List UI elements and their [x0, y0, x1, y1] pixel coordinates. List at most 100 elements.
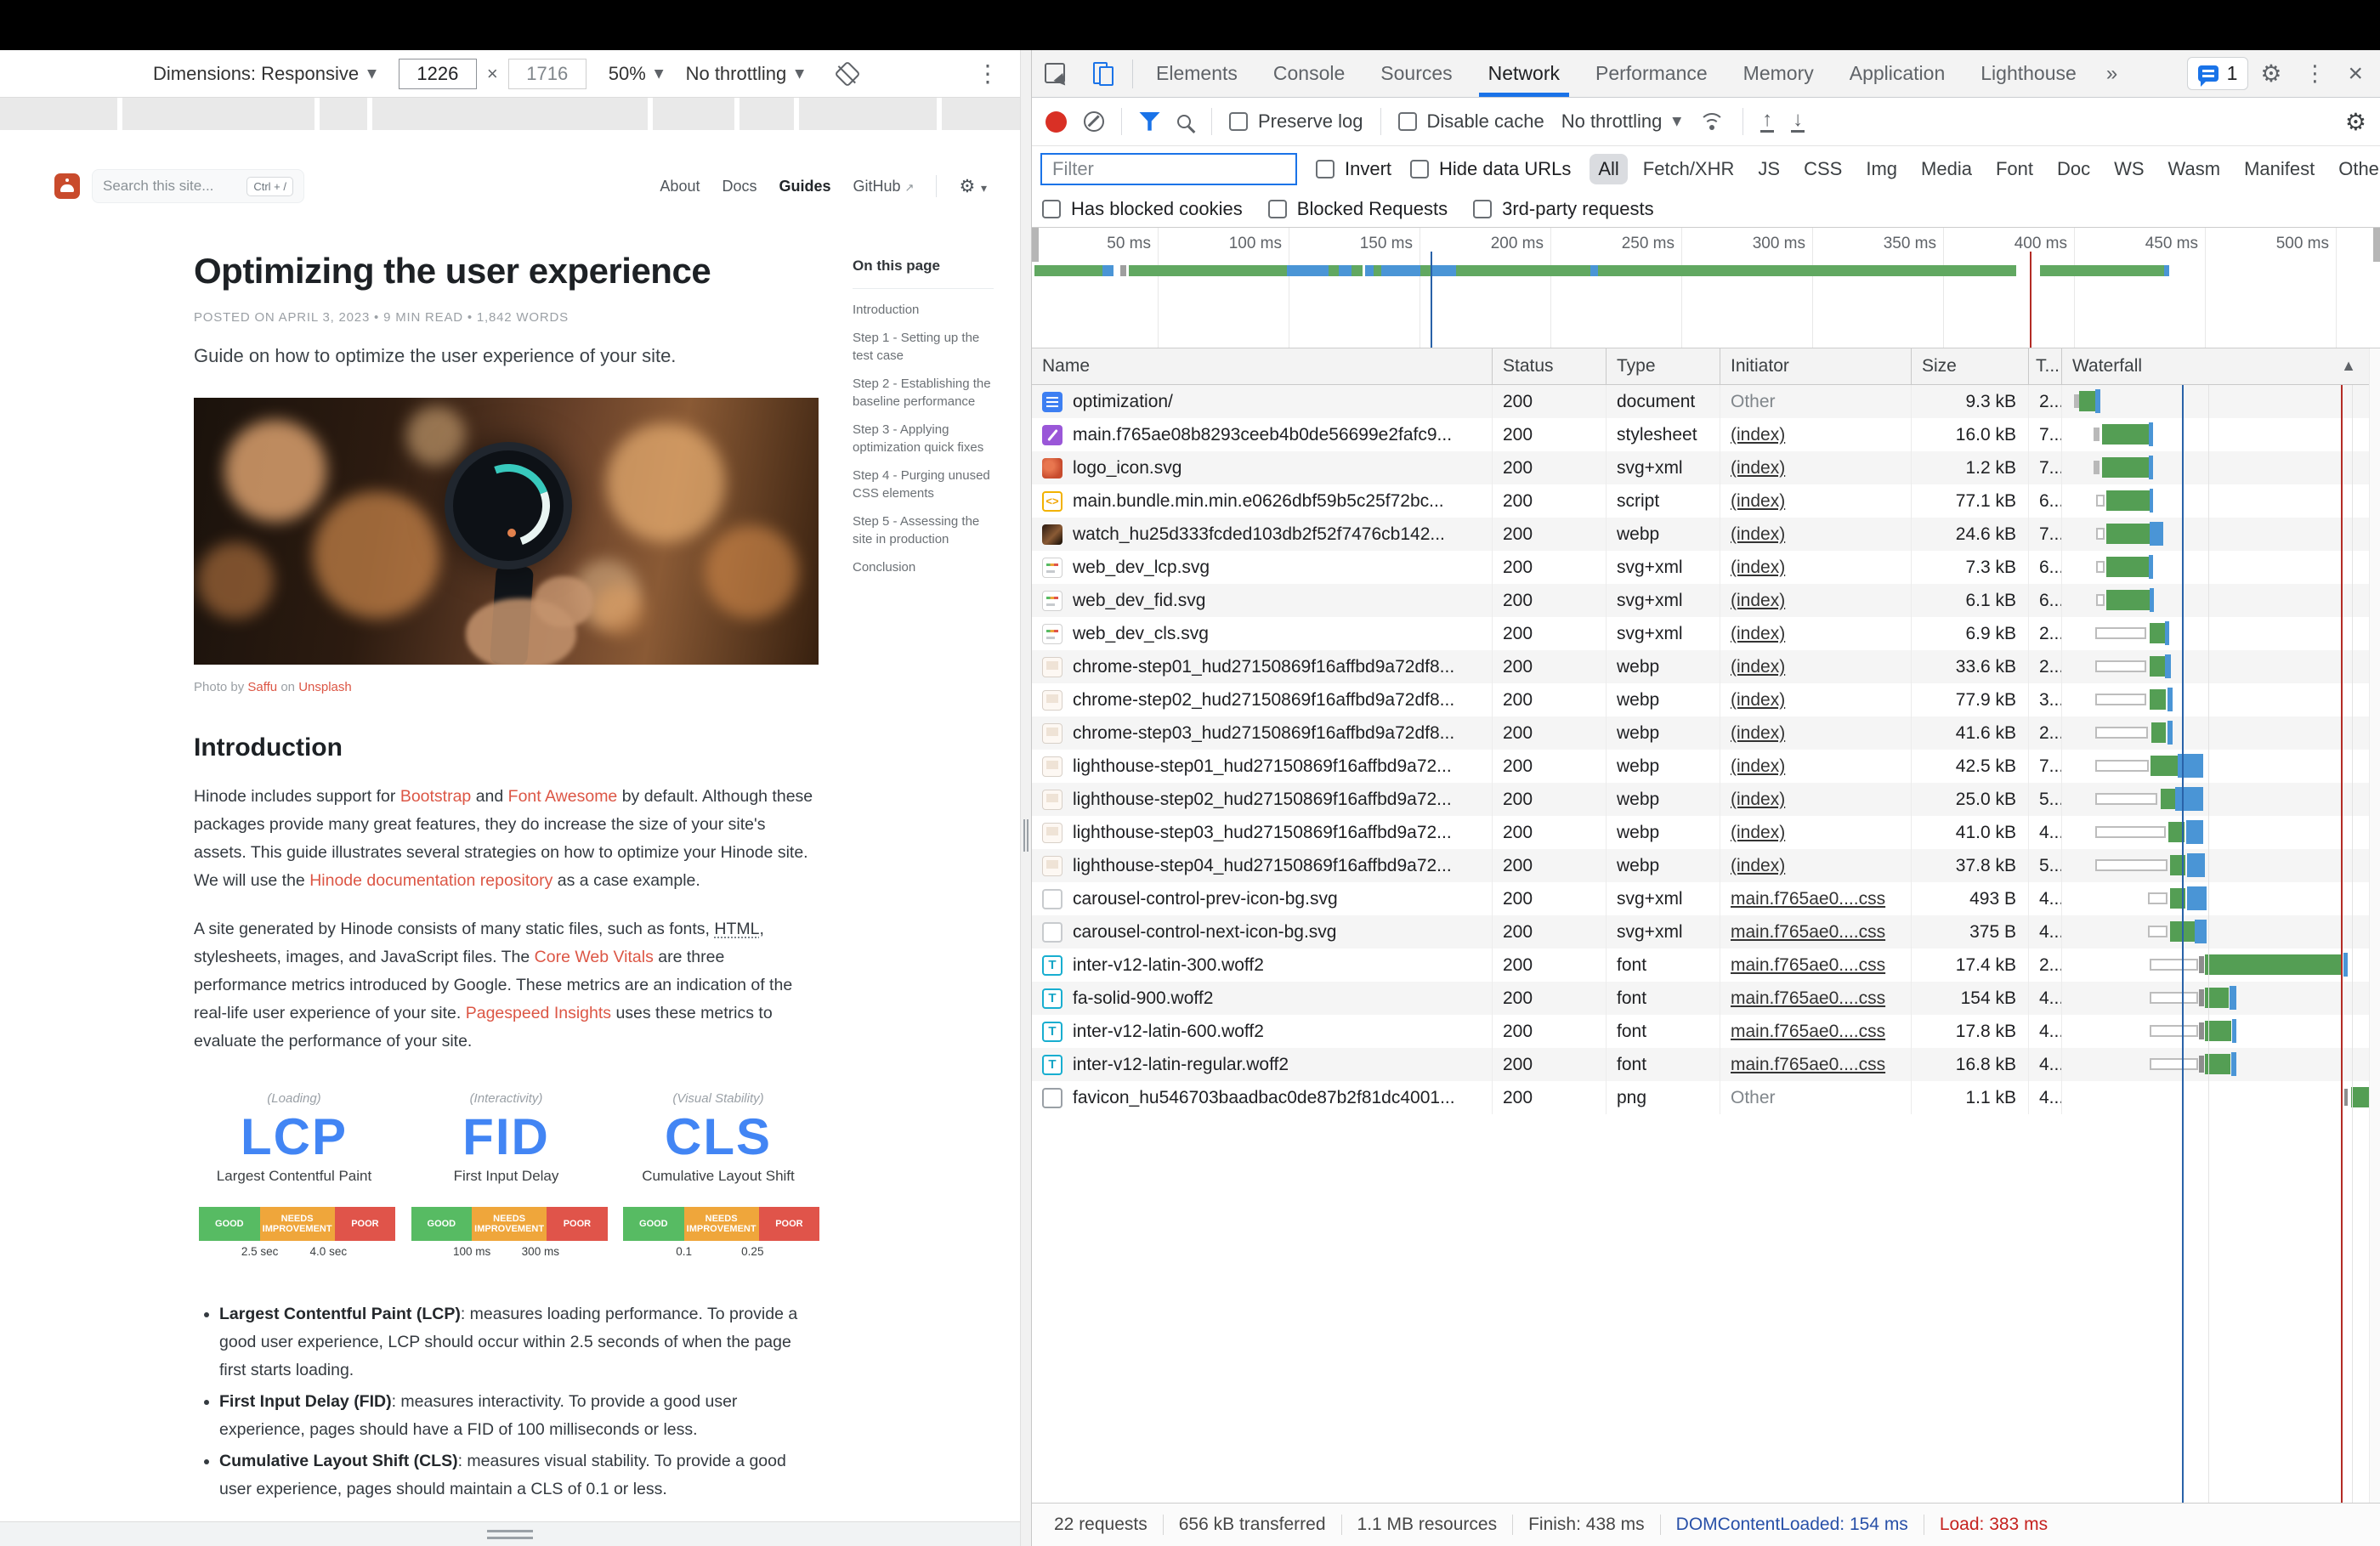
- request-initiator[interactable]: (index): [1731, 856, 1785, 876]
- request-initiator[interactable]: main.f765ae0....css: [1731, 1055, 1885, 1075]
- request-initiator[interactable]: (index): [1731, 823, 1785, 843]
- request-row[interactable]: carousel-control-next-icon-bg.svg 200 svg+…: [1032, 915, 2380, 949]
- request-initiator[interactable]: main.f765ae0....css: [1731, 955, 1885, 976]
- column-header-initiator[interactable]: Initiator: [1720, 348, 1911, 384]
- request-initiator[interactable]: main.f765ae0....css: [1731, 988, 1885, 1009]
- network-conditions-icon[interactable]: [1698, 111, 1726, 132]
- request-initiator[interactable]: (index): [1731, 591, 1785, 611]
- device-toolbar-menu-icon[interactable]: ⋮: [976, 59, 1000, 88]
- inline-link[interactable]: Hinode documentation repository: [309, 871, 552, 890]
- filter-icon[interactable]: [1139, 111, 1160, 131]
- preserve-log-checkbox[interactable]: Preserve log: [1229, 110, 1363, 133]
- request-initiator[interactable]: main.f765ae0....css: [1731, 922, 1885, 943]
- request-row[interactable]: chrome-step01_hud27150869f16affbd9a72df8…: [1032, 650, 2380, 683]
- request-row[interactable]: web_dev_fid.svg 200 svg+xml (index) 6.1 kB 6.…: [1032, 584, 2380, 617]
- inline-link[interactable]: Unsplash: [298, 680, 352, 694]
- column-header-size[interactable]: Size: [1911, 348, 2028, 384]
- type-filter-manifest[interactable]: Manifest: [2236, 154, 2323, 184]
- toc-item[interactable]: Step 5 - Assessing the site in productio…: [853, 513, 994, 548]
- tab-lighthouse[interactable]: Lighthouse: [1963, 50, 2094, 97]
- theme-gear-icon[interactable]: ⚙ ▾: [959, 176, 987, 196]
- tab-memory[interactable]: Memory: [1726, 50, 1832, 97]
- tab-elements[interactable]: Elements: [1138, 50, 1255, 97]
- toggle-device-toolbar-button[interactable]: [1080, 50, 1127, 97]
- request-row[interactable]: inter-v12-latin-regular.woff2 200font main…: [1032, 1048, 2380, 1081]
- type-filter-all[interactable]: All: [1590, 153, 1628, 184]
- inline-link[interactable]: Pagespeed Insights: [466, 1004, 611, 1022]
- request-row[interactable]: logo_icon.svg 200svg+xml (index) 1.2 kB7...: [1032, 451, 2380, 484]
- nav-docs[interactable]: Docs: [722, 178, 756, 195]
- inline-link[interactable]: Bootstrap: [400, 787, 471, 806]
- request-initiator[interactable]: main.f765ae0....css: [1731, 889, 1885, 909]
- column-header-type[interactable]: Type: [1606, 348, 1720, 384]
- request-initiator[interactable]: (index): [1731, 425, 1785, 445]
- issues-badge[interactable]: 1: [2186, 57, 2249, 90]
- dimensions-select[interactable]: Dimensions: Responsive ▼: [153, 63, 377, 85]
- request-row[interactable]: lighthouse-step01_hud27150869f16affbd9a7…: [1032, 750, 2380, 783]
- inline-link[interactable]: Core Web Vitals: [535, 948, 654, 966]
- invert-checkbox[interactable]: Invert: [1316, 158, 1391, 180]
- third-party-requests-checkbox[interactable]: 3rd-party requests: [1473, 198, 1654, 220]
- toc-item[interactable]: Step 1 - Setting up the test case: [853, 329, 994, 365]
- network-settings-icon[interactable]: ⚙: [2345, 108, 2366, 136]
- import-har-icon[interactable]: ↑: [1760, 110, 1775, 133]
- site-search-input[interactable]: [103, 178, 230, 195]
- request-row[interactable]: chrome-step03_hud27150869f16affbd9a72df8…: [1032, 716, 2380, 750]
- column-header-waterfall[interactable]: Waterfall ▲: [2061, 348, 2380, 384]
- blocked-requests-checkbox[interactable]: Blocked Requests: [1267, 198, 1448, 220]
- nav-github[interactable]: GitHub ↗: [853, 178, 915, 195]
- request-row[interactable]: lighthouse-step02_hud27150869f16affbd9a7…: [1032, 783, 2380, 816]
- request-row[interactable]: web_dev_cls.svg 200 svg+xml (index) 6.9 kB 2.…: [1032, 617, 2380, 650]
- nav-about[interactable]: About: [660, 178, 700, 195]
- site-search[interactable]: Ctrl + /: [92, 169, 304, 203]
- tab-console[interactable]: Console: [1255, 50, 1363, 97]
- type-filter-js[interactable]: JS: [1749, 154, 1788, 184]
- request-initiator[interactable]: (index): [1731, 756, 1785, 777]
- overview-handle-left[interactable]: [1032, 228, 1039, 262]
- toc-item[interactable]: Conclusion: [853, 558, 994, 576]
- request-row[interactable]: lighthouse-step03_hud27150869f16affbd9a7…: [1032, 816, 2380, 849]
- viewport-resize-handle[interactable]: [0, 1521, 1020, 1546]
- search-icon[interactable]: [1177, 115, 1191, 128]
- type-filter-fetch-xhr[interactable]: Fetch/XHR: [1635, 154, 1743, 184]
- overview-handle-right[interactable]: [2373, 228, 2380, 262]
- hide-data-urls-checkbox[interactable]: Hide data URLs: [1410, 158, 1571, 180]
- network-throttling-select[interactable]: No throttling ▼: [1561, 110, 1681, 133]
- scrollbar[interactable]: [2369, 348, 2380, 1503]
- inline-link[interactable]: Saffu: [247, 680, 277, 694]
- request-initiator[interactable]: (index): [1731, 524, 1785, 545]
- type-filter-font[interactable]: Font: [1987, 154, 2042, 184]
- tab-sources[interactable]: Sources: [1363, 50, 1470, 97]
- type-filter-media[interactable]: Media: [1912, 154, 1980, 184]
- request-row[interactable]: web_dev_lcp.svg 200 svg+xml (index) 7.3 kB 6.…: [1032, 551, 2380, 584]
- request-initiator[interactable]: (index): [1731, 690, 1785, 711]
- type-filter-css[interactable]: CSS: [1795, 154, 1850, 184]
- site-logo-icon[interactable]: [54, 173, 80, 199]
- request-row[interactable]: fa-solid-900.woff2 200font main.f765ae0...…: [1032, 982, 2380, 1015]
- request-row[interactable]: main.f765ae08b8293ceeb4b0de56699e2fafc9.…: [1032, 418, 2380, 451]
- request-row[interactable]: main.bundle.min.min.e0626dbf59b5c25f72bc…: [1032, 484, 2380, 518]
- clear-icon[interactable]: [1084, 111, 1104, 132]
- disable-cache-checkbox[interactable]: Disable cache: [1397, 110, 1544, 133]
- network-overview-timeline[interactable]: 50 ms 100 ms 150 ms 200 ms 250 ms 300 ms 350 m…: [1032, 228, 2380, 348]
- type-filter-img[interactable]: Img: [1857, 154, 1906, 184]
- export-har-icon[interactable]: ↓: [1791, 110, 1805, 133]
- devtools-split-divider[interactable]: [1020, 50, 1032, 1546]
- has-blocked-cookies-checkbox[interactable]: Has blocked cookies: [1042, 198, 1243, 220]
- more-tabs-button[interactable]: »: [2094, 62, 2129, 86]
- column-header-name[interactable]: Name: [1032, 348, 1492, 384]
- devtools-settings-icon[interactable]: ⚙: [2260, 59, 2281, 88]
- toc-item[interactable]: Step 2 - Establishing the baseline perfo…: [853, 375, 994, 411]
- request-initiator[interactable]: (index): [1731, 790, 1785, 810]
- type-filter-ws[interactable]: WS: [2105, 154, 2152, 184]
- zoom-select[interactable]: 50% ▼: [609, 63, 664, 85]
- request-row[interactable]: favicon_hu546703baadbac0de87b2f81dc4001.…: [1032, 1081, 2380, 1114]
- toc-item[interactable]: Step 4 - Purging unused CSS elements: [853, 467, 994, 502]
- request-row[interactable]: carousel-control-prev-icon-bg.svg 200 svg+…: [1032, 882, 2380, 915]
- request-initiator[interactable]: (index): [1731, 723, 1785, 744]
- media-query-ruler[interactable]: [0, 98, 1020, 130]
- inspect-element-button[interactable]: [1032, 50, 1080, 97]
- record-button[interactable]: [1046, 110, 1067, 133]
- request-row[interactable]: inter-v12-latin-600.woff2 200font main.f76…: [1032, 1015, 2380, 1048]
- filter-input[interactable]: [1040, 152, 1297, 185]
